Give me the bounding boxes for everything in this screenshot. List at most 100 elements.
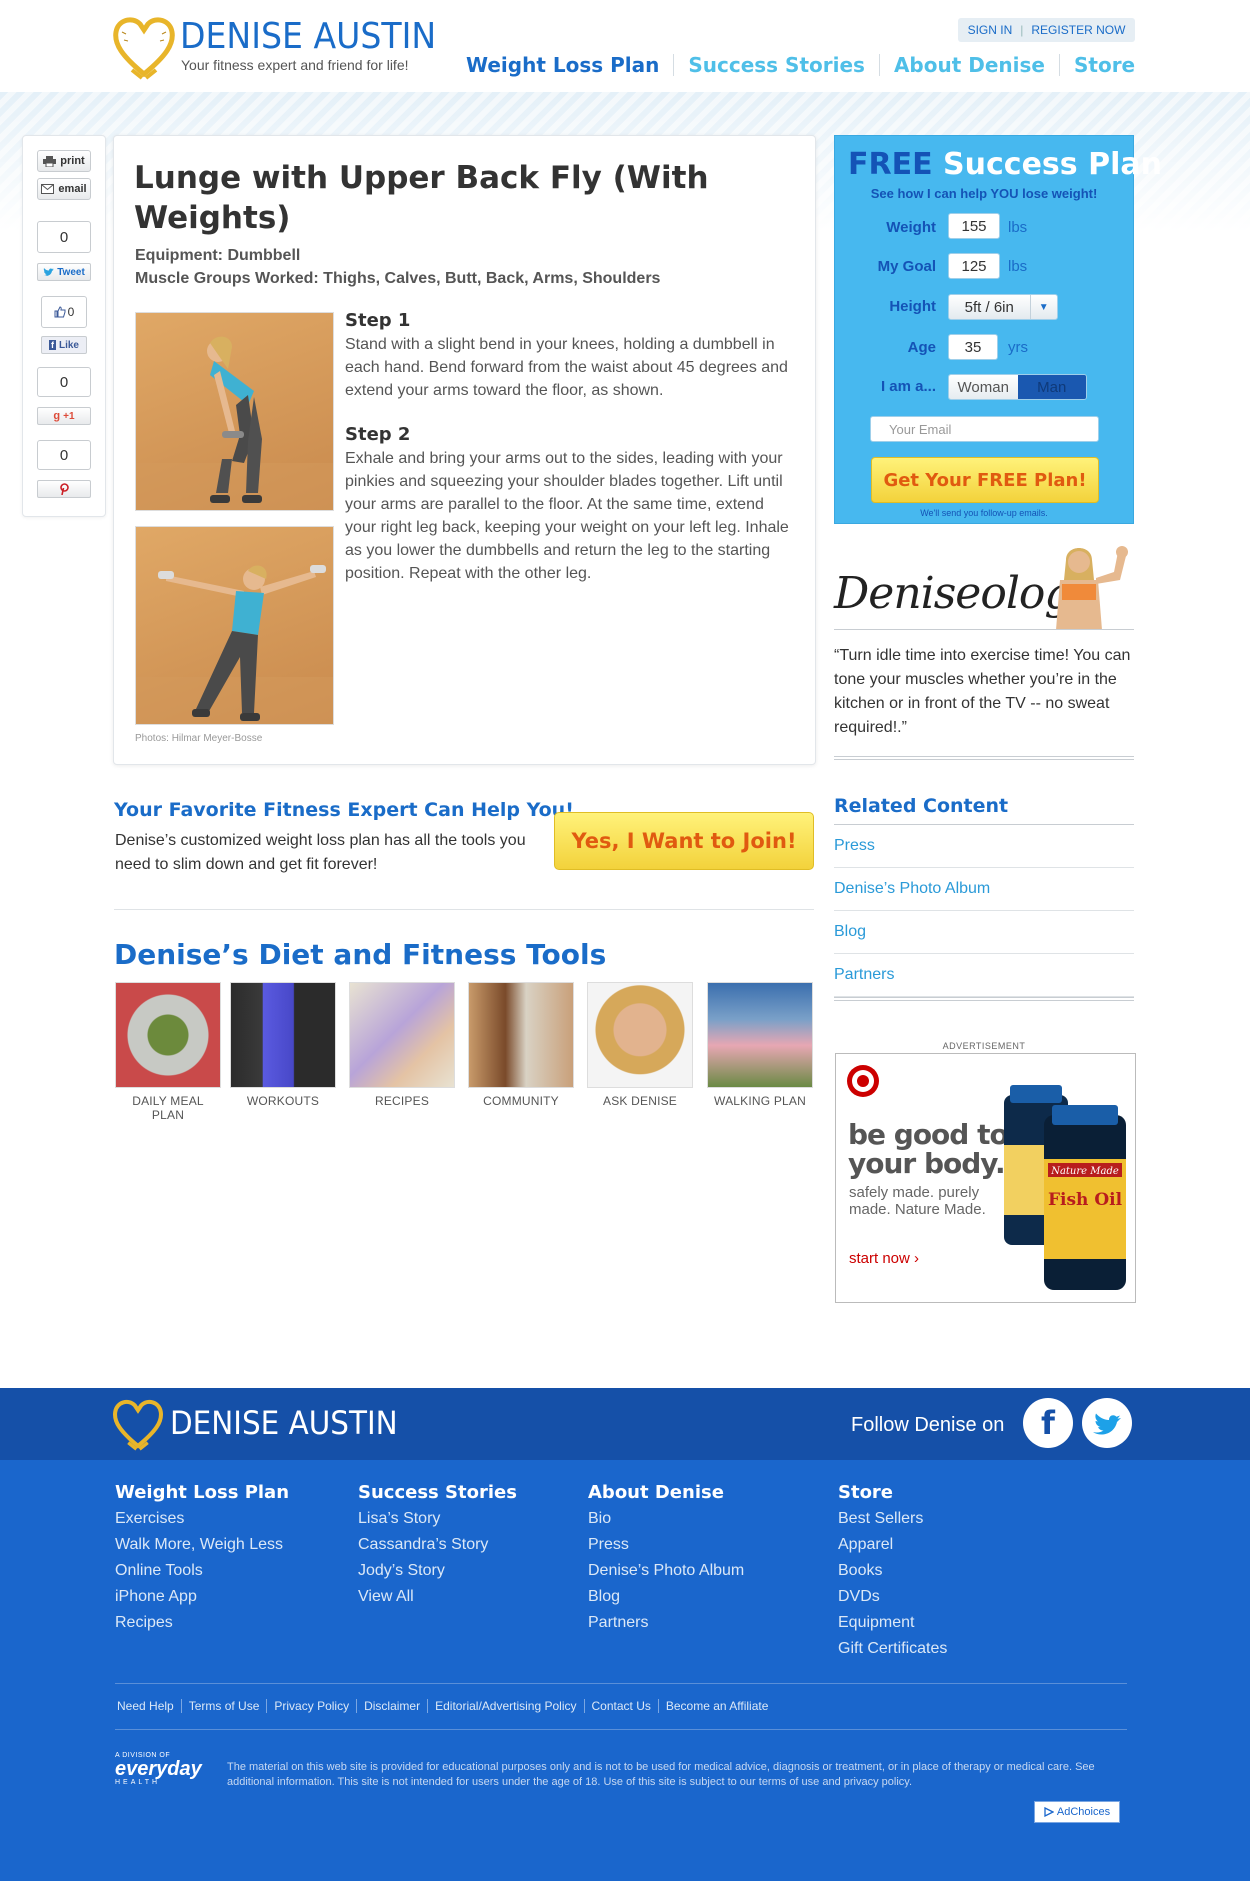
denise-flexing-photo bbox=[1056, 546, 1128, 630]
affiliate-link[interactable]: Become an Affiliate bbox=[659, 1699, 776, 1713]
facebook-like-button[interactable]: f Like bbox=[41, 336, 87, 354]
photo-credit: Photos: Hilmar Meyer-Bosse bbox=[135, 733, 263, 744]
ad-start-now-link[interactable]: start now › bbox=[849, 1250, 919, 1267]
footer-logo-wordmark[interactable]: DENISE AUSTIN bbox=[170, 1404, 398, 1442]
step1-title: Step 1 bbox=[345, 310, 411, 331]
footer-link[interactable]: Best Sellers bbox=[838, 1506, 947, 1532]
footer-col-title[interactable]: Success Stories bbox=[358, 1482, 517, 1503]
adchoices-icon bbox=[1044, 1807, 1054, 1817]
tool-recipes[interactable]: RECIPES bbox=[349, 982, 455, 1108]
height-label: Height bbox=[889, 298, 936, 315]
related-item-blog[interactable]: Blog bbox=[834, 911, 1134, 954]
contact-us-link[interactable]: Contact Us bbox=[585, 1699, 659, 1713]
footer-link[interactable]: Gift Certificates bbox=[838, 1636, 947, 1662]
twitter-icon[interactable] bbox=[1082, 1398, 1132, 1448]
footer-link[interactable]: Cassandra’s Story bbox=[358, 1532, 517, 1558]
twitter-bird-icon bbox=[43, 267, 55, 276]
register-link[interactable]: REGISTER NOW bbox=[1031, 23, 1125, 37]
related-item-press[interactable]: Press bbox=[834, 825, 1134, 868]
ad-product-label: Fish Oil bbox=[1048, 1190, 1123, 1210]
footer-link[interactable]: Lisa’s Story bbox=[358, 1506, 517, 1532]
gender-woman-option[interactable]: Woman bbox=[949, 375, 1018, 399]
weight-label: Weight bbox=[886, 219, 936, 236]
footer-link[interactable]: Denise’s Photo Album bbox=[588, 1558, 744, 1584]
gender-man-option[interactable]: Man bbox=[1017, 375, 1086, 399]
logo-wordmark[interactable]: DENISE AUSTIN bbox=[180, 16, 436, 57]
privacy-link[interactable]: Privacy Policy bbox=[267, 1699, 358, 1713]
footer-link[interactable]: iPhone App bbox=[115, 1584, 289, 1610]
tool-community[interactable]: COMMUNITY bbox=[468, 982, 574, 1108]
email-button[interactable]: email bbox=[37, 178, 91, 200]
nav-store[interactable]: Store bbox=[1060, 54, 1149, 76]
terms-link[interactable]: Terms of Use bbox=[182, 1699, 268, 1713]
tweet-count: 0 bbox=[37, 221, 91, 253]
email-label: email bbox=[58, 183, 87, 195]
facebook-icon[interactable]: f bbox=[1023, 1398, 1073, 1448]
nav-about-denise[interactable]: About Denise bbox=[880, 54, 1060, 76]
tool-walking-plan[interactable]: WALKING PLAN bbox=[707, 982, 813, 1108]
footer-link[interactable]: Press bbox=[588, 1532, 744, 1558]
related-item-photo-album[interactable]: Denise’s Photo Album bbox=[834, 868, 1134, 911]
print-button[interactable]: print bbox=[37, 150, 91, 172]
goal-input[interactable]: 125 bbox=[948, 253, 1000, 279]
tweet-label: Tweet bbox=[57, 266, 85, 278]
need-help-link[interactable]: Need Help bbox=[115, 1699, 182, 1713]
footer-link[interactable]: Recipes bbox=[115, 1610, 289, 1636]
footer-link[interactable]: Exercises bbox=[115, 1506, 289, 1532]
nav-weight-loss-plan[interactable]: Weight Loss Plan bbox=[466, 54, 675, 76]
disclaimer-link[interactable]: Disclaimer bbox=[357, 1699, 429, 1713]
footer-divider bbox=[115, 1683, 1127, 1684]
sign-in-link[interactable]: SIGN IN bbox=[968, 23, 1013, 37]
section-divider bbox=[114, 909, 814, 910]
footer-link[interactable]: Online Tools bbox=[115, 1558, 289, 1584]
facebook-f-icon: f bbox=[48, 340, 56, 350]
footer-link[interactable]: Books bbox=[838, 1558, 947, 1584]
envelope-icon bbox=[41, 184, 55, 194]
age-input[interactable]: 35 bbox=[948, 334, 998, 360]
like-count: 0 bbox=[67, 305, 75, 319]
footer-link[interactable]: Apparel bbox=[838, 1532, 947, 1558]
quote-top-rule bbox=[834, 629, 1134, 630]
google-g-icon: g bbox=[53, 410, 61, 422]
pinterest-button[interactable] bbox=[37, 480, 91, 498]
follow-text: Follow Denise on bbox=[851, 1414, 1005, 1436]
get-free-plan-button[interactable]: Get Your FREE Plan! bbox=[871, 457, 1099, 503]
weight-input[interactable]: 155 bbox=[948, 213, 1000, 239]
nav-success-stories[interactable]: Success Stories bbox=[674, 54, 880, 76]
google-plus-button[interactable]: g +1 bbox=[37, 407, 91, 425]
footer-link[interactable]: Partners bbox=[588, 1610, 744, 1636]
footer-divider bbox=[115, 1729, 1127, 1730]
related-content-list: Press Denise’s Photo Album Blog Partners bbox=[834, 824, 1134, 997]
footer-col-title[interactable]: Store bbox=[838, 1482, 947, 1503]
email-field[interactable]: Your Email bbox=[870, 416, 1099, 442]
footer-link[interactable]: DVDs bbox=[838, 1584, 947, 1610]
everyday-health-logo[interactable]: A DIVISION OF everyday HEALTH bbox=[115, 1752, 215, 1796]
height-select[interactable]: 5ft / 6in ▼ bbox=[948, 294, 1058, 320]
footer-col-title[interactable]: About Denise bbox=[588, 1482, 744, 1503]
heart-tape-logo-icon[interactable] bbox=[112, 12, 176, 82]
related-item-partners[interactable]: Partners bbox=[834, 954, 1134, 997]
tool-label: DAILY MEAL PLAN bbox=[132, 1094, 204, 1122]
tweet-button[interactable]: Tweet bbox=[37, 263, 91, 281]
tool-ask-denise[interactable]: ASK DENISE bbox=[587, 982, 693, 1108]
step1-photo bbox=[135, 312, 334, 511]
promo-title[interactable]: Your Favorite Fitness Expert Can Help Yo… bbox=[114, 799, 574, 821]
footer-link[interactable]: Bio bbox=[588, 1506, 744, 1532]
footer-link[interactable]: Walk More, Weigh Less bbox=[115, 1532, 289, 1558]
footer-link[interactable]: Blog bbox=[588, 1584, 744, 1610]
footer-link[interactable]: Equipment bbox=[838, 1610, 947, 1636]
tool-daily-meal-plan[interactable]: DAILY MEAL PLAN bbox=[115, 982, 221, 1122]
twitter-bird-icon bbox=[1093, 1413, 1121, 1435]
join-button[interactable]: Yes, I Want to Join! bbox=[554, 812, 814, 870]
tool-workouts[interactable]: WORKOUTS bbox=[230, 982, 336, 1108]
footer-link[interactable]: Jody’s Story bbox=[358, 1558, 517, 1584]
walking-plan-thumbnail bbox=[707, 982, 813, 1088]
adchoices-button[interactable]: AdChoices bbox=[1034, 1801, 1120, 1823]
footer-col-title[interactable]: Weight Loss Plan bbox=[115, 1482, 289, 1503]
tools-title: Denise’s Diet and Fitness Tools bbox=[114, 938, 607, 971]
pin-count: 0 bbox=[37, 440, 91, 470]
footer-col-weight-loss: Weight Loss Plan Exercises Walk More, We… bbox=[115, 1482, 289, 1636]
meal-plate-thumbnail bbox=[115, 982, 221, 1088]
editorial-policy-link[interactable]: Editorial/Advertising Policy bbox=[428, 1699, 585, 1713]
footer-link[interactable]: View All bbox=[358, 1584, 517, 1610]
